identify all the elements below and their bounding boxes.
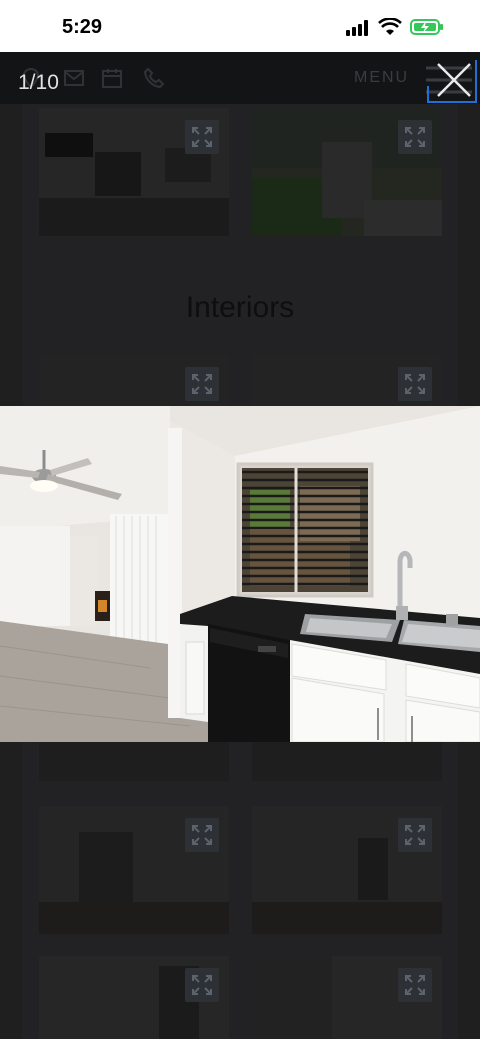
battery-charging-icon bbox=[410, 19, 443, 35]
calendar-icon[interactable] bbox=[102, 68, 122, 88]
gallery-thumb-5[interactable] bbox=[39, 806, 229, 934]
expand-icon[interactable] bbox=[185, 367, 219, 401]
gallery-thumb-6[interactable] bbox=[252, 806, 442, 934]
expand-icon[interactable] bbox=[398, 818, 432, 852]
expand-icon[interactable] bbox=[185, 968, 219, 1002]
gallery-thumb-8[interactable] bbox=[252, 956, 442, 1039]
expand-icon[interactable] bbox=[398, 367, 432, 401]
expand-icon[interactable] bbox=[185, 818, 219, 852]
expand-icon[interactable] bbox=[398, 968, 432, 1002]
gallery-thumb-3-lower[interactable] bbox=[39, 742, 229, 781]
status-time: 5:29 bbox=[62, 16, 103, 38]
gallery-thumb-1[interactable] bbox=[39, 108, 229, 236]
menu-label[interactable]: MENU bbox=[354, 69, 409, 87]
phone-icon[interactable] bbox=[144, 68, 164, 88]
kitchen-photo bbox=[0, 406, 480, 742]
lightbox-image[interactable] bbox=[0, 406, 480, 742]
expand-icon[interactable] bbox=[185, 120, 219, 154]
image-counter: 1/10 bbox=[18, 71, 59, 94]
gallery-thumb-4-lower[interactable] bbox=[252, 742, 442, 781]
gallery-thumb-3[interactable] bbox=[39, 355, 229, 406]
mail-icon[interactable] bbox=[64, 70, 84, 86]
status-bar: 5:29 bbox=[0, 0, 480, 52]
gallery-thumb-4[interactable] bbox=[252, 355, 442, 406]
cellular-signal-icon bbox=[346, 20, 368, 36]
wifi-icon bbox=[378, 18, 402, 35]
section-title: Interiors bbox=[185, 291, 295, 324]
close-icon bbox=[437, 63, 471, 97]
expand-icon[interactable] bbox=[398, 120, 432, 154]
close-lightbox-button[interactable] bbox=[426, 56, 478, 104]
gallery-thumb-7[interactable] bbox=[39, 956, 229, 1039]
gallery-thumb-2[interactable] bbox=[252, 108, 442, 236]
